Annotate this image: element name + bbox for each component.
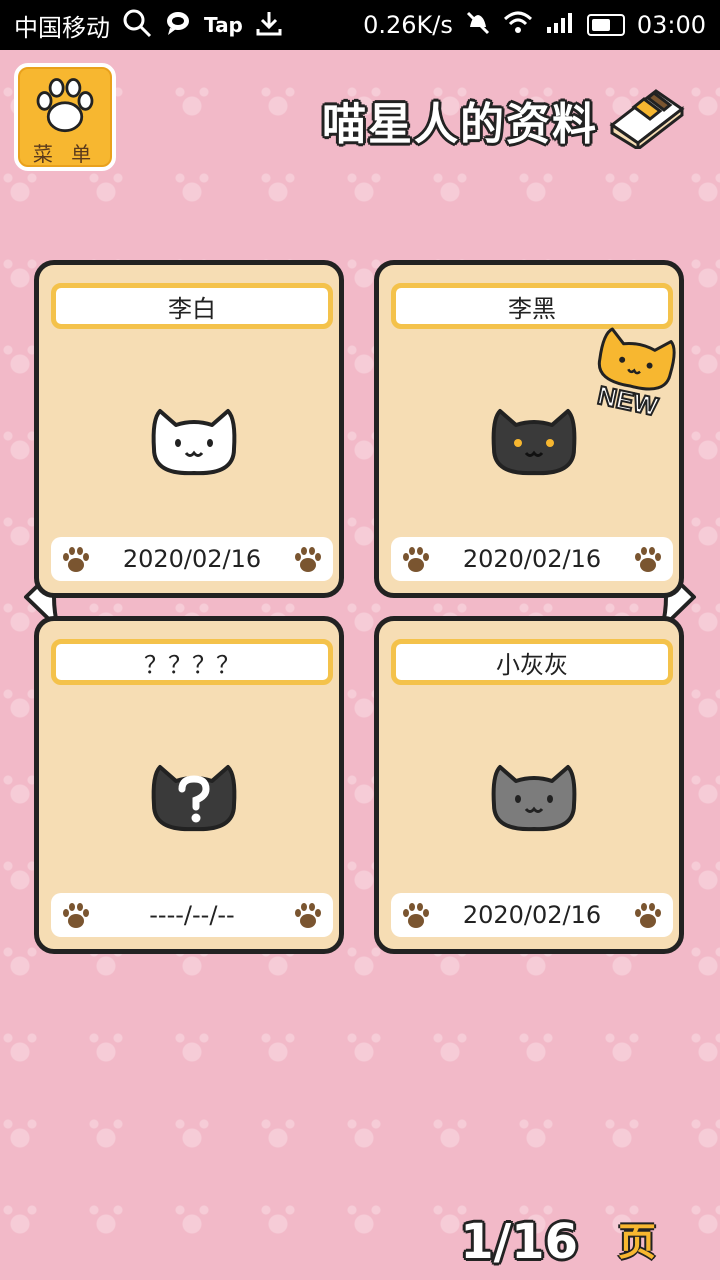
cat-date-text: 2020/02/16 [122, 545, 262, 573]
cat-date-text: 2020/02/16 [462, 901, 602, 929]
chat-icon [164, 10, 192, 41]
cat-date: ----/--/-- [51, 893, 333, 937]
clock: 03:00 [636, 11, 706, 39]
cat-name: 李白 [51, 283, 333, 329]
network-speed: 0.26K/s [363, 11, 453, 39]
page-number: 1/16 [460, 1214, 578, 1270]
download-icon [255, 9, 283, 42]
carrier-label: 中国移动 [14, 13, 110, 42]
page-title: 喵星人的资料 [322, 99, 598, 150]
page-header: 喵星人的资料 [322, 88, 686, 152]
menu-label: 菜 单 [32, 142, 98, 166]
cat-icon [491, 409, 577, 476]
cat-card[interactable]: ？？？？ ----/--/-- [34, 616, 344, 954]
paw-icon [635, 903, 661, 928]
new-badge-icon: NEW [594, 327, 676, 421]
battery-icon [586, 14, 625, 36]
book-icon [609, 89, 685, 149]
cat-date-text: ----/--/-- [149, 901, 235, 929]
paw-icon [403, 903, 429, 928]
search-icon [122, 8, 152, 43]
cat-icon [491, 765, 577, 832]
tap-app-badge: Tap [204, 13, 243, 37]
signal-icon [545, 11, 575, 40]
page-indicator: 1/16 页 [460, 1211, 656, 1270]
cat-name: 李黑 [391, 283, 673, 329]
cat-date: 2020/02/16 [51, 537, 333, 581]
paw-icon [63, 547, 89, 572]
paw-icon [36, 78, 94, 133]
paw-icon [295, 547, 321, 572]
paw-icon [63, 903, 89, 928]
menu-button[interactable]: 菜 单 [14, 63, 116, 171]
cat-date: 2020/02/16 [391, 893, 673, 937]
cat-icon [151, 409, 237, 476]
page-unit-label: 页 [617, 1220, 656, 1264]
cat-card[interactable]: 李黑 NEW 2020/02/16 [374, 260, 684, 598]
cat-date-text: 2020/02/16 [462, 545, 602, 573]
cat-card[interactable]: 李白 2020/02/16 [34, 260, 344, 598]
paw-icon [295, 903, 321, 928]
paw-icon [635, 547, 661, 572]
cat-name: 小灰灰 [391, 639, 673, 685]
unknown-cat-icon [151, 765, 237, 832]
status-bar: 中国移动 Tap 0.26K/s 03:00 [0, 0, 720, 50]
cat-name: ？？？？ [51, 639, 333, 685]
cat-card[interactable]: 小灰灰 2020/02/16 [374, 616, 684, 954]
wifi-icon [503, 11, 533, 40]
paw-icon [403, 547, 429, 572]
mute-icon [465, 10, 491, 41]
cat-date: 2020/02/16 [391, 537, 673, 581]
